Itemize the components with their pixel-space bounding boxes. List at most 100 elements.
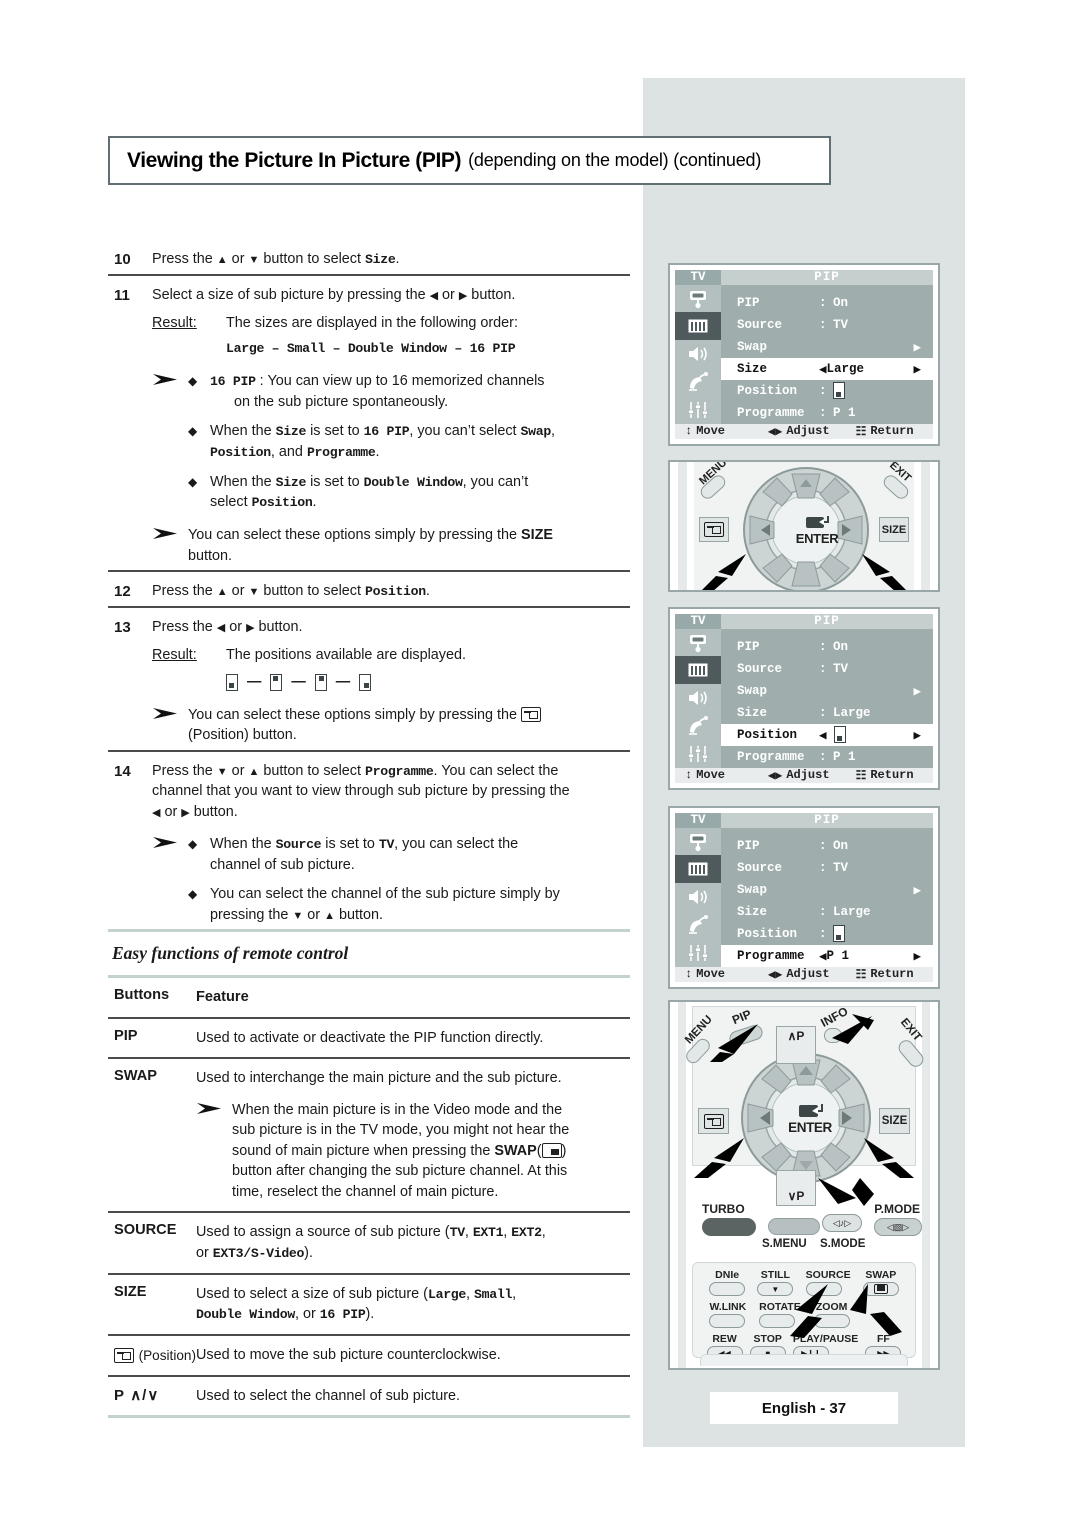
setup-sliders-icon[interactable] (675, 740, 721, 768)
osd-row-programme[interactable]: Programme: P 1 (721, 402, 933, 424)
right-arrow-icon: ▶ (913, 883, 921, 898)
osd-row-source[interactable]: Source: TV (721, 314, 933, 336)
position-bottom-left-icon (226, 673, 238, 691)
position-key[interactable] (699, 517, 729, 542)
osd-hint-move: ↕ Move (685, 768, 726, 783)
note-arrow-icon (152, 525, 188, 566)
pmode-key[interactable]: ◁▧▷ (874, 1218, 922, 1236)
step-11-number: 11 (114, 287, 130, 305)
osd-row-swap[interactable]: Swap ▶ (721, 879, 933, 901)
osd-2-title: PIP (721, 614, 933, 629)
page-subtitle: (depending on the model) (continued) (468, 150, 762, 170)
size-key[interactable]: SIZE (879, 1108, 910, 1134)
osd-row-position[interactable]: Position: (721, 380, 933, 402)
right-arrow-icon (246, 619, 254, 635)
smode-key[interactable]: ◁♪▷ (822, 1214, 862, 1232)
result-label: Result: (152, 314, 197, 331)
osd-1-hints: ↕ Move ◀▶ Adjust ☷ Return (675, 423, 933, 439)
leftright-arrow-icon: ◀▶ (767, 967, 783, 982)
osd-row-position[interactable]: Position: (721, 923, 933, 945)
osd-row-programme[interactable]: Programme ◀ P 1 ▶ (721, 944, 933, 967)
setup-sliders-icon[interactable] (675, 939, 721, 967)
step-14-note-2: ◆ You can select the channel of the sub … (152, 884, 630, 925)
pointer-arrow-size-key (864, 1138, 914, 1178)
picture-icon[interactable] (675, 656, 721, 685)
step-11-note-2: ◆ When the Size is set to 16 PIP, you ca… (152, 421, 630, 462)
osd-1-rows: PIP: On Source: TV Swap ▶ Size ◀ Large ▶ Posit… (721, 284, 933, 424)
up-arrow-icon (324, 907, 335, 923)
row-button-source: SOURCE (114, 1222, 177, 1239)
setup-sliders-icon[interactable] (675, 396, 721, 424)
osd-1-title: PIP (721, 270, 933, 285)
step-10-text: Press the or button to select Size. (152, 249, 630, 270)
row-button-swap: SWAP (114, 1068, 157, 1085)
osd-hint-return: ☷ Return (855, 967, 914, 982)
manual-page: Viewing the Picture In Picture (PIP) (de… (0, 0, 1080, 1529)
osd-3-hints: ↕ Move ◀▶ Adjust ☷ Return (675, 966, 933, 982)
step-14-lead: Press the or button to select Programme.… (152, 761, 630, 823)
enter-button[interactable]: ENTER (780, 1102, 840, 1135)
key-wlink[interactable]: W.LINK (709, 1301, 746, 1328)
step-14-note-1: ◆ When the Source is set to TV, you can … (152, 834, 630, 875)
position-key[interactable] (698, 1108, 729, 1134)
bullet-icon: ◆ (188, 373, 198, 388)
channel-dish-icon[interactable] (675, 712, 721, 740)
key-dnie[interactable]: DNIe (709, 1269, 746, 1296)
row-button-size: SIZE (114, 1283, 147, 1300)
pointer-arrow-right (862, 554, 906, 590)
osd-row-source[interactable]: Source: TV (721, 658, 933, 680)
osd-hint-move: ↕ Move (685, 967, 726, 982)
size-key[interactable]: SIZE (879, 517, 909, 542)
step-10-end: . (395, 251, 400, 267)
turbo-key[interactable] (702, 1218, 756, 1236)
row-feature-swap: Used to interchange the main picture and… (196, 1068, 630, 1202)
osd-row-pip[interactable]: PIP: On (721, 835, 933, 857)
osd-row-size[interactable]: Size: Large (721, 901, 933, 923)
up-arrow-icon (217, 251, 228, 267)
col-header-feature: Feature (196, 989, 249, 1006)
step-11-lead: Select a size of sub picture by pressing… (152, 285, 630, 305)
osd-row-programme[interactable]: Programme: P 1 (721, 746, 933, 768)
smenu-key[interactable] (768, 1218, 820, 1235)
position-top-left-icon (270, 673, 283, 691)
osd-row-position[interactable]: Position ◀ ▶ (721, 723, 933, 746)
channel-up-key[interactable]: ∧P (776, 1026, 816, 1064)
input-icon[interactable] (675, 629, 721, 657)
input-icon[interactable] (675, 828, 721, 856)
channel-dish-icon[interactable] (675, 911, 721, 939)
pointer-arrow-source-key (790, 1284, 828, 1338)
result-text: The positions available are displayed. (226, 646, 466, 663)
pip-position-icon (521, 706, 542, 722)
step-13-body: Press the or button. Result: The positio… (152, 617, 630, 745)
osd-hint-adjust: ◀▶ Adjust (767, 768, 830, 783)
enter-button[interactable]: ENTER (788, 514, 846, 546)
input-icon[interactable] (675, 285, 721, 313)
channel-dish-icon[interactable] (675, 368, 721, 396)
sound-icon[interactable] (675, 340, 721, 368)
menu-icon: ☷ (855, 424, 867, 439)
osd-2-source-label: TV (675, 614, 721, 629)
step-12: 12 Press the or button to select Positio… (108, 572, 630, 606)
table-header-row: Buttons Feature (108, 978, 630, 1017)
osd-row-size[interactable]: Size: Large (721, 702, 933, 724)
instructions-column: 10 Press the or button to select Size. 1… (108, 240, 630, 1418)
osd-row-size[interactable]: Size ◀ Large ▶ (721, 357, 933, 380)
picture-icon[interactable] (675, 312, 721, 341)
step-10-number: 10 (114, 251, 131, 268)
sound-icon[interactable] (675, 684, 721, 712)
down-arrow-icon (248, 251, 259, 267)
table-row-size: SIZE Used to select a size of sub pictur… (108, 1275, 630, 1334)
osd-row-pip[interactable]: PIP: On (721, 636, 933, 658)
step-13-lead: Press the or button. (152, 617, 630, 637)
row-feature-size: Used to select a size of sub picture (La… (196, 1285, 517, 1323)
osd-1-source-label: TV (675, 270, 721, 285)
channel-down-key[interactable]: ∨P (776, 1170, 816, 1206)
osd-row-source[interactable]: Source: TV (721, 857, 933, 879)
picture-icon[interactable] (675, 855, 721, 884)
leftright-arrow-icon: ◀▶ (767, 768, 783, 783)
osd-2-hints: ↕ Move ◀▶ Adjust ☷ Return (675, 767, 933, 783)
osd-row-pip[interactable]: PIP: On (721, 292, 933, 314)
osd-row-swap[interactable]: Swap ▶ (721, 680, 933, 702)
sound-icon[interactable] (675, 883, 721, 911)
osd-row-swap[interactable]: Swap ▶ (721, 336, 933, 358)
